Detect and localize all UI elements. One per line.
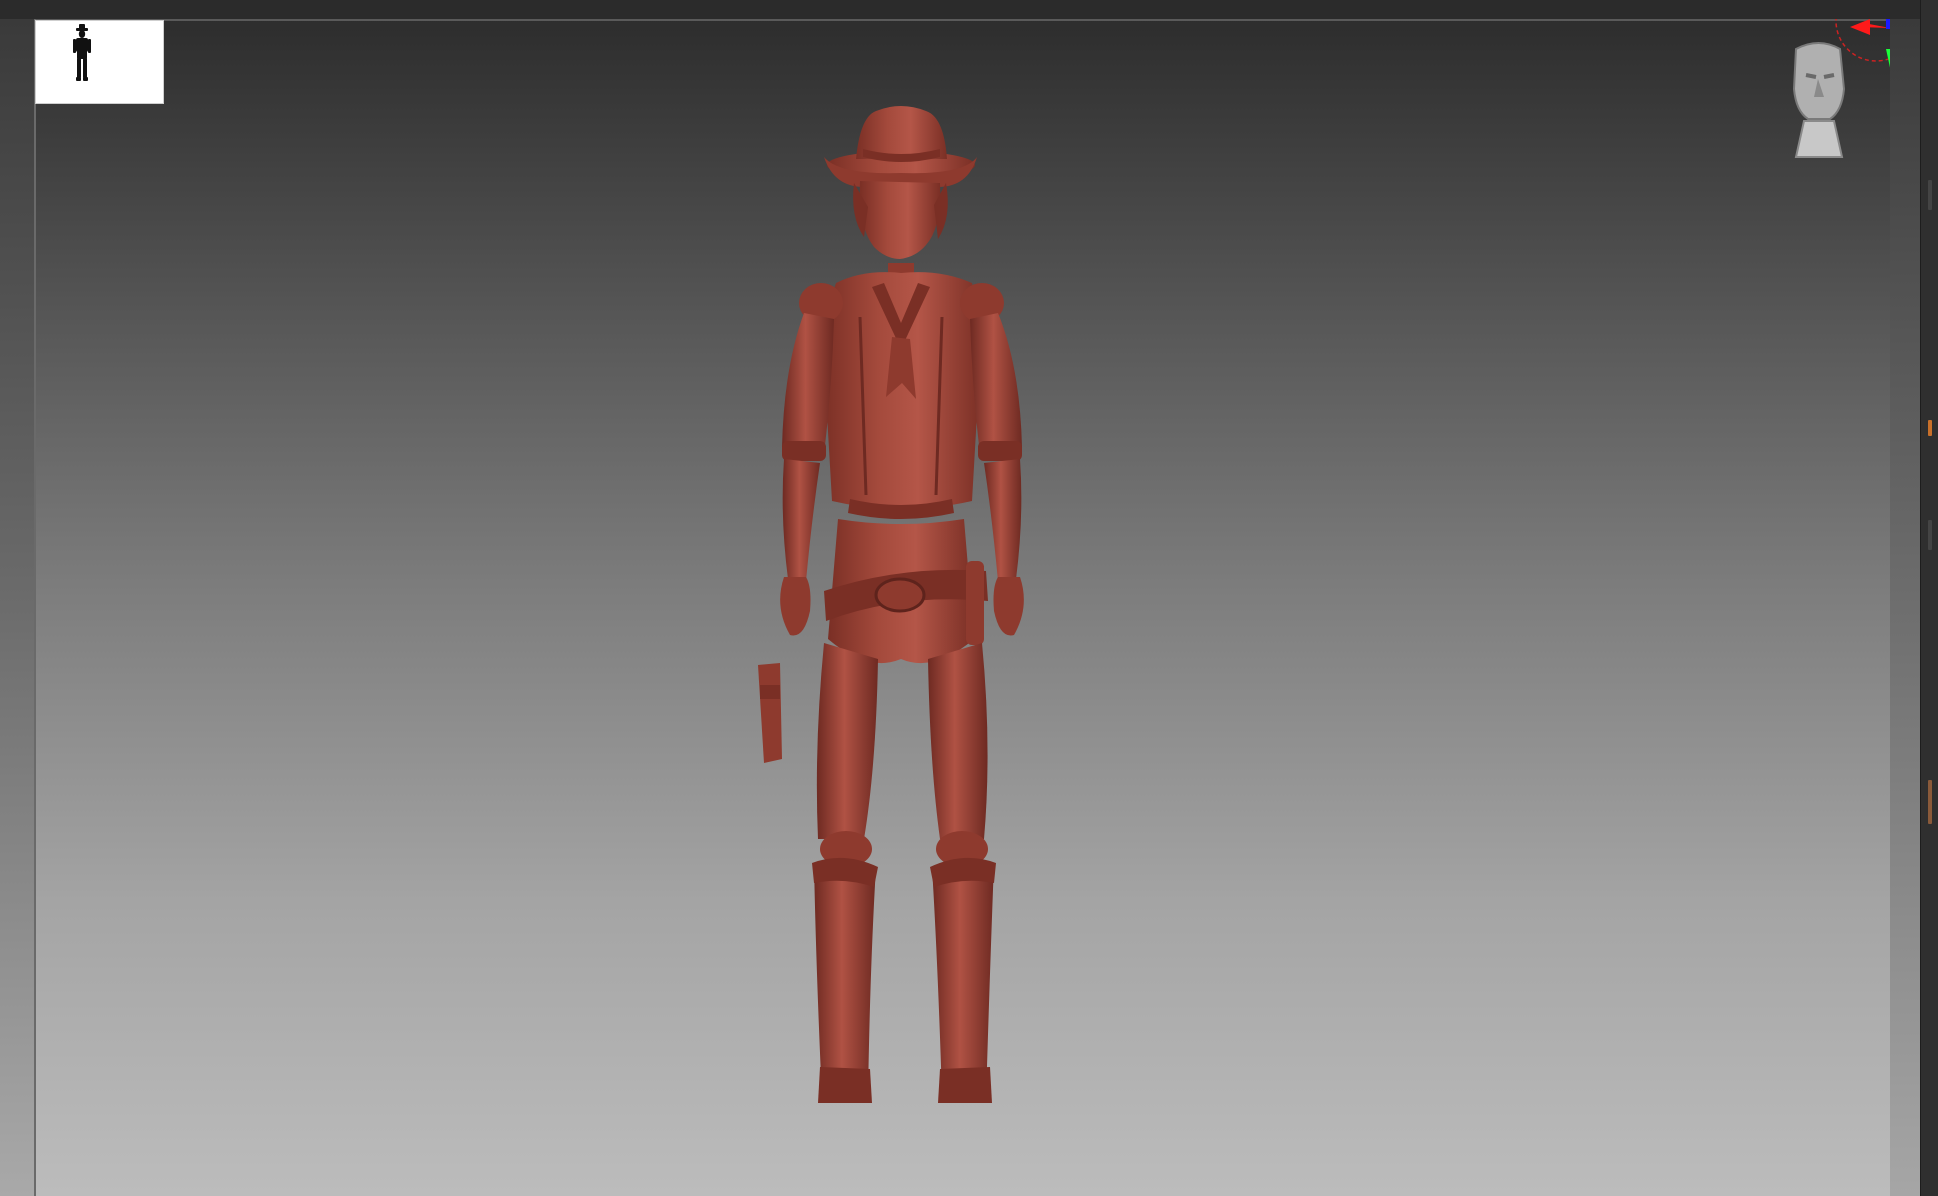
tray-marker <box>1928 520 1932 550</box>
tray-marker <box>1928 180 1932 210</box>
axis-orientation-icon <box>1835 19 1890 68</box>
3d-viewport[interactable] <box>34 19 1890 1196</box>
leg-right <box>928 643 996 1103</box>
canvas-margin <box>1890 19 1920 1196</box>
tray-marker <box>1928 780 1932 824</box>
holster <box>758 663 782 763</box>
top-menu-strip <box>0 0 1938 19</box>
figure-silhouette-icon <box>73 24 91 81</box>
head <box>853 181 948 289</box>
thumbnail-preview[interactable] <box>35 20 164 104</box>
viewport-border <box>34 19 36 1196</box>
right-tray[interactable] <box>1920 0 1938 1196</box>
axis-gizmo[interactable] <box>1818 19 1890 99</box>
leg-left <box>812 643 878 1103</box>
model-mesh <box>758 106 1024 1103</box>
viewport-border <box>34 19 1890 21</box>
torso <box>822 272 982 519</box>
hat <box>824 106 977 187</box>
sculpt-app-window <box>0 0 1938 1196</box>
cowboy-sculpt-model[interactable] <box>664 87 1114 1127</box>
left-tray <box>0 19 34 1196</box>
hips <box>824 519 988 664</box>
tray-marker <box>1928 420 1932 436</box>
